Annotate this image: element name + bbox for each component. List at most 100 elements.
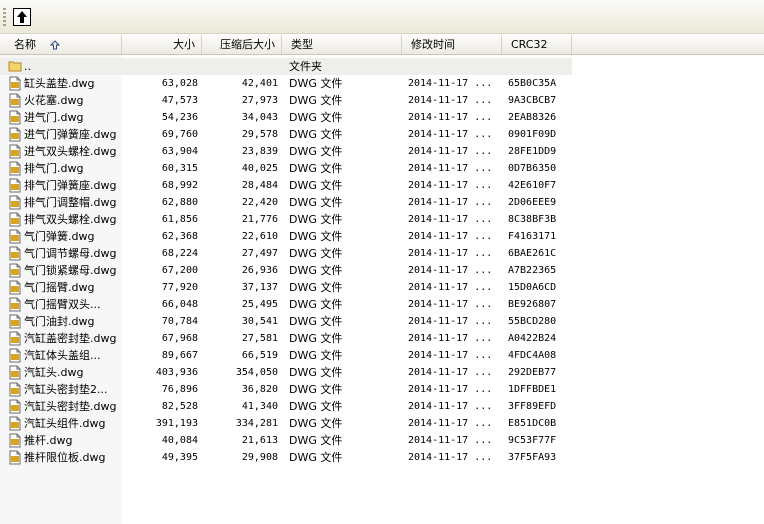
column-header-name[interactable]: 名称	[0, 35, 122, 54]
file-size: 391,193	[155, 418, 198, 429]
column-header-compressed[interactable]: 压缩后大小	[202, 35, 282, 54]
file-row[interactable]: 排气门弹簧座.dwg 68,992 28,484 DWG 文件 2014-11-17 .…	[0, 177, 764, 194]
file-compressed-size: 27,581	[241, 333, 278, 344]
file-row[interactable]: 汽缸盖密封垫.dwg 67,968 27,581 DWG 文件 2014-11-17 .…	[0, 330, 764, 347]
file-size: 403,936	[155, 367, 198, 378]
dwg-file-icon	[9, 365, 21, 380]
file-row[interactable]: 汽缸头密封垫.dwg 82,528 41,340 DWG 文件 2014-11-17 .…	[0, 398, 764, 415]
toolbar-grip[interactable]	[3, 8, 6, 26]
file-name: 气门摇臂双头...	[24, 298, 101, 311]
file-row[interactable]: 进气双头螺栓.dwg 63,904 23,839 DWG 文件 2014-11-17 .…	[0, 143, 764, 160]
column-header-size[interactable]: 大小	[122, 35, 202, 54]
file-row[interactable]: 气门摇臂双头... 66,048 25,495 DWG 文件 2014-11-17 ..…	[0, 296, 764, 313]
file-crc: F4163171	[508, 231, 557, 242]
file-name: 气门弹簧.dwg	[24, 230, 95, 243]
file-modified: 2014-11-17 ...	[408, 401, 493, 412]
file-modified: 2014-11-17 ...	[408, 299, 493, 310]
file-row[interactable]: 汽缸头密封垫2... 76,896 36,820 DWG 文件 2014-11-17 .…	[0, 381, 764, 398]
file-row[interactable]: 推杆限位板.dwg 49,395 29,908 DWG 文件 2014-11-17 ..…	[0, 449, 764, 466]
file-type: DWG 文件	[289, 366, 343, 379]
file-type: DWG 文件	[289, 349, 343, 362]
file-type: DWG 文件	[289, 179, 343, 192]
dwg-file-icon	[9, 178, 21, 193]
file-crc: 2EAB8326	[508, 112, 557, 123]
file-row[interactable]: 气门油封.dwg 70,784 30,541 DWG 文件 2014-11-17 ...…	[0, 313, 764, 330]
column-header-crc[interactable]: CRC32	[502, 35, 572, 54]
file-modified: 2014-11-17 ...	[408, 452, 493, 463]
file-modified: 2014-11-17 ...	[408, 282, 493, 293]
file-row[interactable]: 推杆.dwg 40,084 21,613 DWG 文件 2014-11-17 ... 9C…	[0, 432, 764, 449]
file-row[interactable]: 汽缸头.dwg 403,936 354,050 DWG 文件 2014-11-17 ..…	[0, 364, 764, 381]
file-size: 63,904	[161, 146, 198, 157]
dwg-file-icon	[9, 399, 21, 414]
file-type: DWG 文件	[289, 298, 343, 311]
file-crc: E851DC0B	[508, 418, 557, 429]
file-size: 61,856	[161, 214, 198, 225]
file-compressed-size: 21,776	[241, 214, 278, 225]
file-modified: 2014-11-17 ...	[408, 129, 493, 140]
file-compressed-size: 37,137	[241, 282, 278, 293]
file-crc: 2D06EEE9	[508, 197, 557, 208]
file-row[interactable]: 气门弹簧.dwg 62,368 22,610 DWG 文件 2014-11-17 ...…	[0, 228, 764, 245]
file-name: 气门油封.dwg	[24, 315, 95, 328]
sort-ascending-icon	[49, 40, 60, 50]
file-crc: 0901F09D	[508, 129, 557, 140]
file-crc: 37F5FA93	[508, 452, 557, 463]
file-row[interactable]: 气门锁紧螺母.dwg 67,200 26,936 DWG 文件 2014-11-17 .…	[0, 262, 764, 279]
file-name: 推杆.dwg	[24, 434, 73, 447]
file-crc: 1DFFBDE1	[508, 384, 557, 395]
file-row[interactable]: 气门摇臂.dwg 77,920 37,137 DWG 文件 2014-11-17 ...…	[0, 279, 764, 296]
file-row[interactable]: 排气门.dwg 60,315 40,025 DWG 文件 2014-11-17 ... 0…	[0, 160, 764, 177]
file-row[interactable]: 排气门调整帽.dwg 62,880 22,420 DWG 文件 2014-11-17 .…	[0, 194, 764, 211]
folder-row-parent[interactable]: .. 文件夹	[0, 58, 572, 75]
file-row[interactable]: 汽缸头组件.dwg 391,193 334,281 DWG 文件 2014-11-17 …	[0, 415, 764, 432]
file-compressed-size: 22,420	[241, 197, 278, 208]
column-header-type[interactable]: 类型	[282, 35, 402, 54]
file-name: 缸头盖垫.dwg	[24, 77, 95, 90]
file-row[interactable]: 火花塞.dwg 47,573 27,973 DWG 文件 2014-11-17 ... 9…	[0, 92, 764, 109]
file-size: 49,395	[161, 452, 198, 463]
file-compressed-size: 23,839	[241, 146, 278, 157]
file-name: 进气门.dwg	[24, 111, 84, 124]
file-crc: BE926807	[508, 299, 557, 310]
file-type: DWG 文件	[289, 315, 343, 328]
rows: .. 文件夹 缸头盖垫.dwg 63,028 42,401 DWG 文件 2014-11…	[0, 58, 764, 466]
folder-name: ..	[24, 60, 31, 73]
file-row[interactable]: 排气双头螺栓.dwg 61,856 21,776 DWG 文件 2014-11-17 .…	[0, 211, 764, 228]
dwg-file-icon	[9, 212, 21, 227]
file-modified: 2014-11-17 ...	[408, 265, 493, 276]
file-name: 气门锁紧螺母.dwg	[24, 264, 117, 277]
file-type: DWG 文件	[289, 247, 343, 260]
file-size: 68,992	[161, 180, 198, 191]
file-compressed-size: 28,484	[241, 180, 278, 191]
file-compressed-size: 25,495	[241, 299, 278, 310]
file-crc: 15D0A6CD	[508, 282, 557, 293]
file-name: 气门摇臂.dwg	[24, 281, 95, 294]
file-name: 排气门.dwg	[24, 162, 84, 175]
file-modified: 2014-11-17 ...	[408, 248, 493, 259]
file-compressed-size: 334,281	[235, 418, 278, 429]
file-modified: 2014-11-17 ...	[408, 146, 493, 157]
column-header-modified[interactable]: 修改时间	[402, 35, 502, 54]
dwg-file-icon	[9, 144, 21, 159]
file-row[interactable]: 进气门弹簧座.dwg 69,760 29,578 DWG 文件 2014-11-17 .…	[0, 126, 764, 143]
file-compressed-size: 27,973	[241, 95, 278, 106]
dwg-file-icon	[9, 161, 21, 176]
file-row[interactable]: 气门调节螺母.dwg 68,224 27,497 DWG 文件 2014-11-17 .…	[0, 245, 764, 262]
file-modified: 2014-11-17 ...	[408, 367, 493, 378]
dwg-file-icon	[9, 127, 21, 142]
file-crc: 4FDC4A08	[508, 350, 557, 361]
file-name: 排气门弹簧座.dwg	[24, 179, 117, 192]
file-compressed-size: 354,050	[235, 367, 278, 378]
file-row[interactable]: 缸头盖垫.dwg 63,028 42,401 DWG 文件 2014-11-17 ...…	[0, 75, 764, 92]
file-name: 排气门调整帽.dwg	[24, 196, 117, 209]
file-compressed-size: 66,519	[241, 350, 278, 361]
file-crc: 9A3CBCB7	[508, 95, 557, 106]
file-type: DWG 文件	[289, 111, 343, 124]
file-row[interactable]: 进气门.dwg 54,236 34,043 DWG 文件 2014-11-17 ... 2…	[0, 109, 764, 126]
file-modified: 2014-11-17 ...	[408, 112, 493, 123]
up-folder-button[interactable]	[13, 8, 31, 26]
file-size: 67,200	[161, 265, 198, 276]
file-row[interactable]: 汽缸体头盖组... 89,667 66,519 DWG 文件 2014-11-17 ..…	[0, 347, 764, 364]
file-list[interactable]: 名称 大小 压缩后大小 类型 修改时间 CRC32 .. 文件夹 缸头盖垫.dw…	[0, 35, 764, 524]
